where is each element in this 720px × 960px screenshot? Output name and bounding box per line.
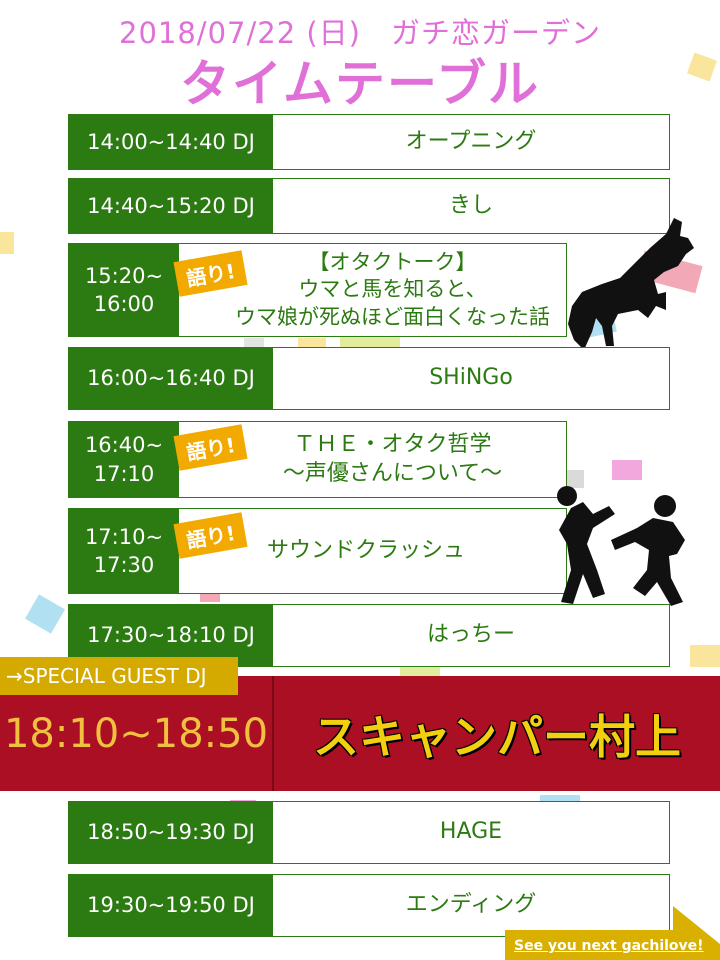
act-name: HAGE (439, 819, 503, 845)
confetti-decoration (0, 232, 14, 254)
act-name: はっちー (426, 622, 515, 648)
act-name: SHiNGo (429, 365, 513, 391)
schedule-row: 14:00~14:40 DJ オープニング (68, 114, 670, 170)
act-line: ウマと馬を知ると、 (298, 277, 487, 302)
time-start: 15:20~ (84, 263, 164, 288)
time-start: 17:10~ (84, 524, 164, 549)
act-line: ～声優さんについて～ (282, 460, 503, 486)
schedule-row: 16:00~16:40 DJ SHiNGo (68, 347, 670, 410)
special-guest-banner: →SPECIAL GUEST DJ (0, 657, 238, 695)
schedule-row: 18:50~19:30 DJ HAGE (68, 801, 670, 864)
fighters-icon (557, 486, 685, 606)
page-title: タイムテーブル (180, 55, 540, 113)
time-end: 17:30 (93, 553, 155, 577)
act-line: ウマ娘が死ぬほど面白くなった話 (235, 304, 550, 329)
time-slot: 17:10~ 17:30 (69, 509, 179, 593)
time-slot: 15:20~ 16:00 (69, 244, 179, 336)
schedule-row: 16:40~ 17:10 ＴＨＥ・オタク哲学 ～声優さんについて～ (68, 421, 567, 498)
time-slot: 14:40~15:20 DJ (69, 179, 273, 233)
confetti-decoration (690, 645, 720, 667)
confetti-decoration (612, 460, 642, 480)
schedule-row: 17:10~ 17:30 サウンドクラッシュ (68, 508, 567, 594)
time-slot: 14:00~14:40 DJ (69, 115, 273, 169)
act-name: オープニング (405, 128, 537, 154)
time-slot: 19:30~19:50 DJ (69, 875, 273, 936)
schedule-row: 15:20~ 16:00 【オタクトーク】 ウマと馬を知ると、 ウマ娘が死ぬほど… (68, 243, 567, 337)
confetti-decoration (25, 594, 65, 634)
horse-icon (568, 218, 694, 350)
footer-message: See you next gachilove! (514, 938, 704, 954)
time-start: 16:40~ (84, 433, 164, 458)
time-slot: 18:50~19:30 DJ (69, 802, 273, 863)
time-slot: 16:40~ 17:10 (69, 422, 179, 497)
act-line: 【オタクトーク】 (308, 250, 477, 275)
special-guest-name: スキャンパー村上 (313, 709, 681, 764)
act-line: ＴＨＥ・オタク哲学 (293, 431, 492, 457)
time-slot: 16:00~16:40 DJ (69, 348, 273, 409)
time-end: 17:10 (93, 461, 155, 486)
time-end: 16:00 (93, 292, 155, 316)
